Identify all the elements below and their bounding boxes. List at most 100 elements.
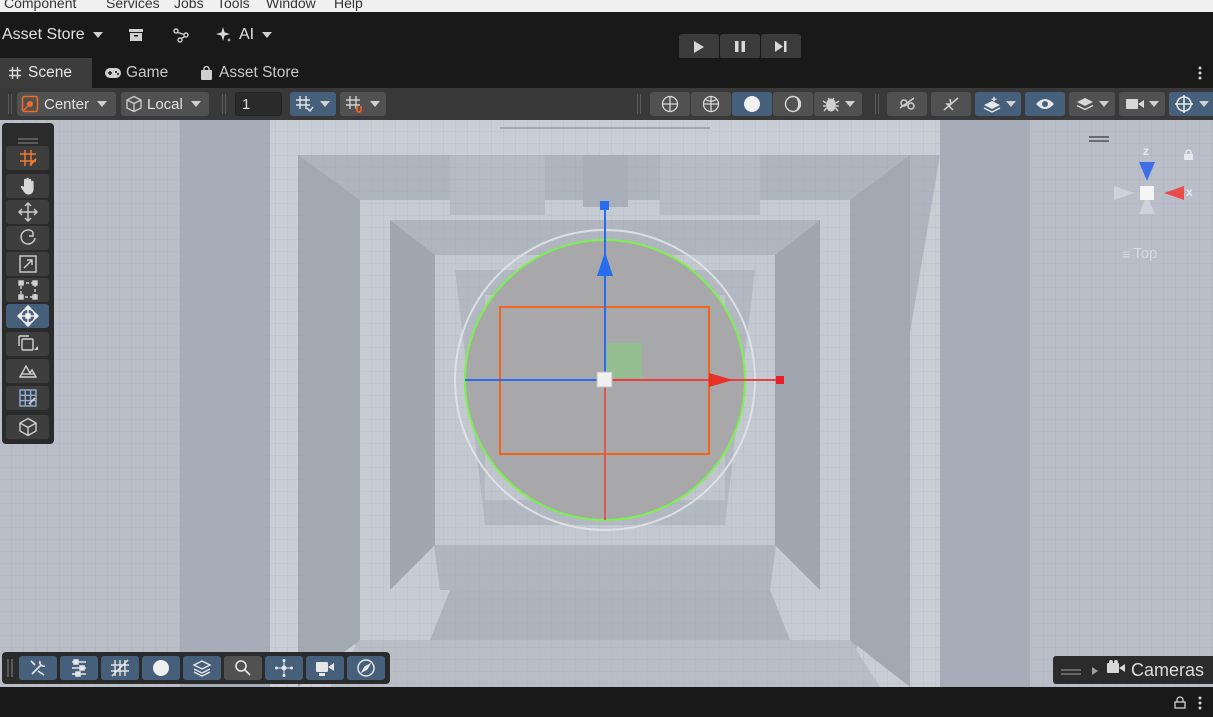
- grid-and-snap-button[interactable]: [101, 656, 139, 680]
- chevron-down-icon: [845, 101, 855, 107]
- gizmo-x-label: x: [1186, 185, 1193, 199]
- toolbar-grip: [8, 94, 12, 114]
- overlay-grip-icon[interactable]: [1061, 660, 1081, 681]
- navigation-button[interactable]: [347, 656, 385, 680]
- more-options-icon[interactable]: [1198, 66, 1202, 80]
- orientation-gizmo[interactable]: z x: [1110, 144, 1193, 230]
- tile-palette-button[interactable]: [6, 386, 49, 410]
- probuilder-tool-button[interactable]: [6, 415, 49, 439]
- menu-tools[interactable]: Tools: [217, 0, 250, 11]
- collapse-arrow-icon[interactable]: [1091, 660, 1099, 681]
- toolbar-separator: [222, 94, 226, 114]
- step-button[interactable]: [761, 34, 801, 59]
- 2d-toggle-button[interactable]: [887, 92, 927, 116]
- menu-help[interactable]: Help: [334, 0, 363, 11]
- chevron-down-icon: [1006, 101, 1016, 107]
- tile-grid-icon: [18, 389, 37, 407]
- chevron-down-icon: [370, 101, 380, 107]
- cube-tool-icon: [18, 417, 37, 437]
- chevron-down-icon: [1149, 101, 1159, 107]
- shaded-sphere-icon: [744, 96, 760, 112]
- chevron-down-icon: [1199, 101, 1209, 107]
- scene-viewport[interactable]: z x ≡ Top: [0, 120, 1213, 687]
- debug-draw-mode-dropdown[interactable]: [814, 92, 862, 116]
- rect-tool-button[interactable]: [6, 278, 49, 302]
- custom-editor-tool-button[interactable]: [6, 332, 49, 356]
- menu-window[interactable]: Window: [266, 0, 316, 11]
- layers-dropdown[interactable]: [1069, 92, 1115, 116]
- shaded-wireframe-button[interactable]: [691, 92, 731, 116]
- play-button[interactable]: [679, 34, 719, 59]
- shaded-wire-sphere-icon: [702, 95, 720, 113]
- pivot-center-icon: [21, 95, 39, 113]
- rotate-icon: [19, 229, 36, 245]
- hand-tool-button[interactable]: [6, 174, 49, 198]
- menu-component[interactable]: Component: [4, 0, 76, 11]
- gizmos-icon: [1175, 95, 1193, 113]
- copy-box-icon: [17, 335, 38, 351]
- tab-game[interactable]: Game: [104, 58, 168, 88]
- grid-snapping-toggle[interactable]: [290, 92, 336, 116]
- lighting-visualization-button[interactable]: [142, 656, 180, 680]
- shopping-bag-icon: [201, 65, 212, 80]
- shaded-sphere-icon: [153, 660, 169, 676]
- chevron-down-icon: [190, 101, 201, 107]
- pivot-rotation-dropdown[interactable]: Local: [121, 92, 209, 116]
- layers-effects-icon: [983, 96, 1001, 113]
- rect-transform-icon: [17, 280, 38, 300]
- overlay-grip-icon[interactable]: [7, 659, 13, 682]
- move-tool-button[interactable]: [6, 200, 49, 224]
- grid-size-input[interactable]: 1: [235, 92, 282, 116]
- tab-asset-store[interactable]: Asset Store: [200, 58, 299, 88]
- sliders-icon: [72, 659, 86, 677]
- lock-icon[interactable]: [1174, 696, 1186, 714]
- chevron-down-icon: [97, 101, 108, 107]
- asset-store-dropdown[interactable]: Asset Store: [2, 24, 103, 46]
- grid-snap-overlay-icon: [111, 659, 129, 677]
- pivot-mode-dropdown[interactable]: Center: [17, 92, 116, 116]
- unlit-mode-button[interactable]: [773, 92, 813, 116]
- lighting-toggle-button[interactable]: [931, 92, 971, 116]
- version-control-icon[interactable]: [172, 24, 190, 46]
- tab-scene[interactable]: Scene: [0, 58, 92, 88]
- particle-system-button[interactable]: [265, 656, 303, 680]
- camera-settings-dropdown[interactable]: [1119, 92, 1165, 116]
- tools-settings-button[interactable]: [19, 656, 57, 680]
- overlay-grip-icon[interactable]: [1088, 130, 1110, 142]
- sparkle-icon: [216, 27, 231, 42]
- cinemachine-button[interactable]: [306, 656, 344, 680]
- shaded-mode-button[interactable]: [732, 92, 772, 116]
- wrench-screwdriver-icon: [30, 660, 46, 676]
- pause-button[interactable]: [720, 34, 760, 59]
- scale-tool-button[interactable]: [6, 252, 49, 276]
- cameras-overlay[interactable]: Cameras: [1053, 656, 1213, 684]
- scene-visibility-button[interactable]: [1025, 92, 1065, 116]
- ai-dropdown[interactable]: AI: [215, 24, 273, 46]
- tab-game-label: Game: [126, 64, 169, 81]
- view-label[interactable]: ≡ Top: [1122, 245, 1157, 262]
- gizmos-dropdown[interactable]: [1169, 92, 1213, 116]
- more-options-icon[interactable]: [1198, 696, 1202, 715]
- cube-local-icon: [126, 95, 142, 113]
- rotate-tool-button[interactable]: [6, 226, 49, 250]
- navmesh-button[interactable]: [183, 656, 221, 680]
- status-bar: [0, 687, 1213, 717]
- menu-services[interactable]: Services: [106, 0, 160, 11]
- scene-toolbar: Center Local 1: [0, 88, 1213, 120]
- terrain-icon: [18, 364, 37, 378]
- transform-tool-button[interactable]: [6, 304, 49, 328]
- axis-gizmo-icon: [1114, 162, 1184, 214]
- component-tools-button[interactable]: [60, 656, 98, 680]
- menu-lines-icon: ≡: [1122, 245, 1131, 262]
- menu-jobs[interactable]: Jobs: [174, 0, 204, 11]
- view-tool-button[interactable]: [6, 146, 49, 170]
- camera-clip-icon: [316, 662, 334, 676]
- search-button[interactable]: [224, 656, 262, 680]
- effects-dropdown[interactable]: [975, 92, 1021, 116]
- wireframe-mode-button[interactable]: [650, 92, 690, 116]
- compass-icon: [357, 659, 375, 677]
- lighting-off-icon: [943, 97, 959, 111]
- terrain-tool-button[interactable]: [6, 359, 49, 383]
- increment-snap-toggle[interactable]: [340, 92, 386, 116]
- archive-icon[interactable]: [128, 24, 144, 46]
